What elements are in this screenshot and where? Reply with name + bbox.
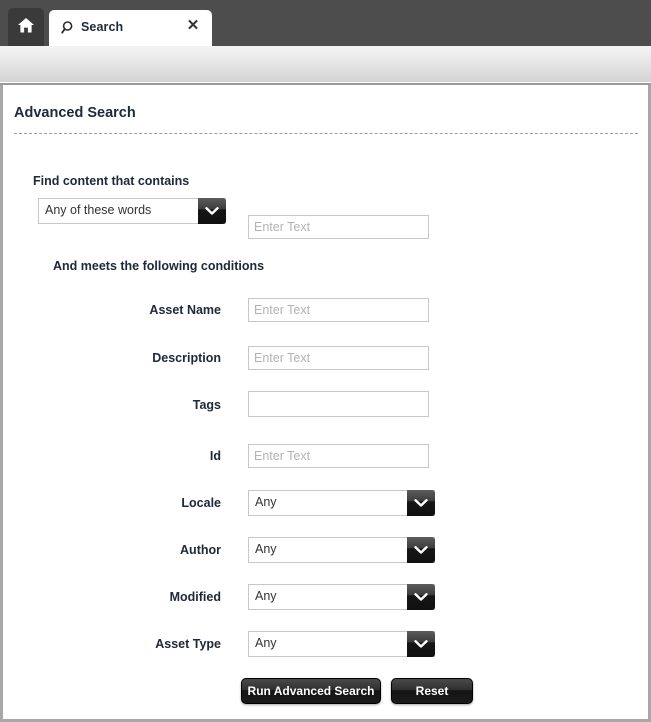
application-window: Search ✕ Advanced Search Find content th… [0,0,651,722]
match-type-select-value: Any of these words [45,203,152,217]
chevron-down-icon[interactable] [407,631,435,657]
asset-name-input[interactable] [248,298,429,322]
locale-select[interactable]: Any [248,490,435,516]
page-title: Advanced Search [14,105,136,121]
toolbar [0,46,651,83]
tab-search[interactable]: Search ✕ [49,10,212,46]
id-input[interactable] [248,444,429,468]
conditions-section-heading: And meets the following conditions [53,259,265,273]
modified-select[interactable]: Any [248,584,435,610]
asset-type-select-value: Any [255,636,277,650]
tab-search-label: Search [81,20,124,34]
chevron-down-icon[interactable] [407,490,435,516]
run-advanced-search-button[interactable]: Run Advanced Search [241,678,381,704]
label-tags: Tags [192,398,221,412]
label-modified: Modified [169,590,221,604]
modified-select-value: Any [255,589,277,603]
reset-button[interactable]: Reset [391,678,473,704]
label-asset-type: Asset Type [155,637,221,651]
label-id: Id [209,449,221,463]
title-divider [14,133,638,134]
tags-input[interactable] [248,391,429,417]
locale-select-value: Any [255,495,277,509]
label-locale: Locale [181,496,221,510]
chevron-down-icon[interactable] [198,198,226,224]
search-icon [61,20,77,36]
author-select-value: Any [255,542,277,556]
home-icon [17,17,35,34]
label-description: Description [152,351,221,365]
label-asset-name: Asset Name [149,303,221,317]
tab-strip: Search ✕ [0,0,651,46]
content-panel: Advanced Search Find content that contai… [0,85,651,722]
author-select[interactable]: Any [248,537,435,563]
keyword-input[interactable] [248,215,429,239]
chevron-down-icon[interactable] [407,537,435,563]
chevron-down-icon[interactable] [407,584,435,610]
label-author: Author [180,543,221,557]
find-section-heading: Find content that contains [33,174,190,188]
tab-home[interactable] [8,8,44,46]
description-input[interactable] [248,346,429,370]
match-type-select[interactable]: Any of these words [38,198,226,224]
asset-type-select[interactable]: Any [248,631,435,657]
close-icon[interactable]: ✕ [186,18,200,34]
